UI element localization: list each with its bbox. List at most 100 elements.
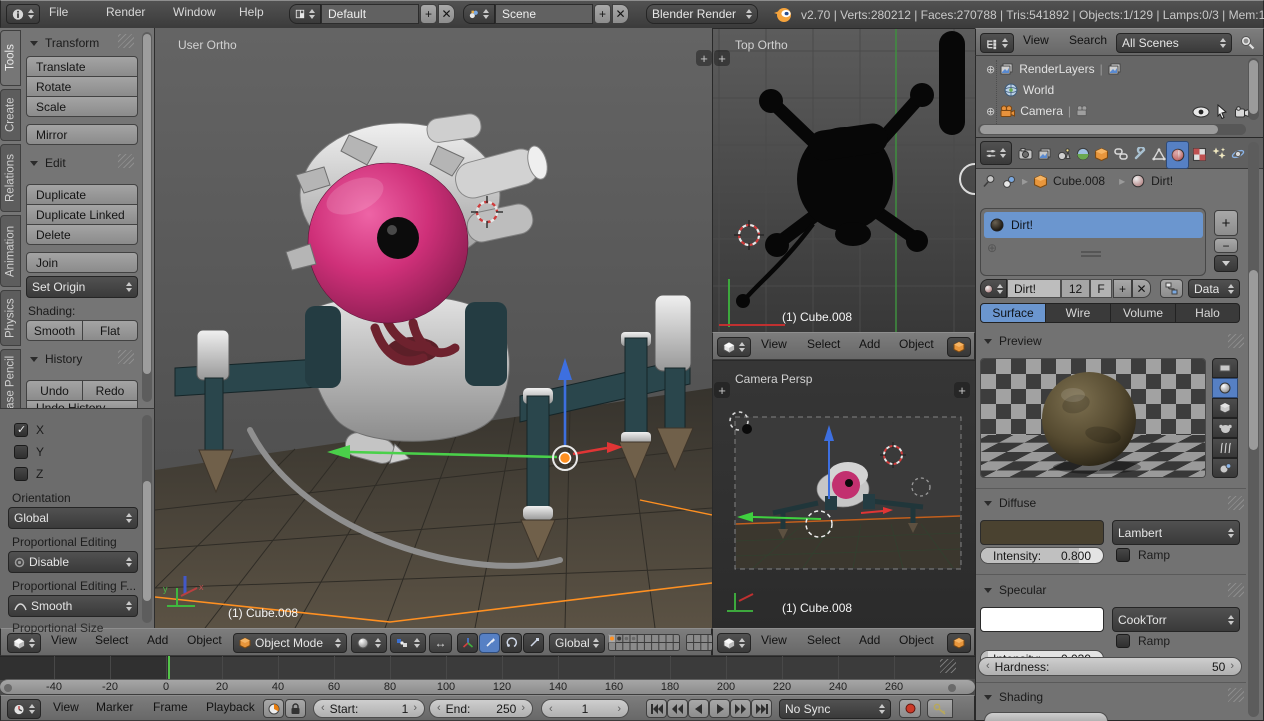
menu-help[interactable]: Help <box>239 5 264 19</box>
checkbox-icon[interactable] <box>14 445 28 459</box>
tab-physics[interactable] <box>1228 141 1247 167</box>
specular-color-swatch[interactable] <box>980 607 1104 632</box>
editor-type-selector[interactable] <box>717 633 751 653</box>
browse-material-button[interactable] <box>980 279 1007 298</box>
play-reverse-button[interactable] <box>688 699 709 718</box>
menu-object[interactable]: Object <box>899 633 934 647</box>
outliner-vscrollbar[interactable] <box>1248 58 1259 120</box>
duplicate-button[interactable]: Duplicate <box>26 184 138 205</box>
preview-monkey-button[interactable] <box>1212 418 1238 438</box>
outliner-item-renderlayers[interactable]: ⊕ RenderLayers | <box>986 62 1122 76</box>
search-icon[interactable] <box>1238 34 1256 52</box>
material-users-count[interactable]: 12 <box>1061 279 1090 298</box>
current-frame-playhead[interactable] <box>168 656 170 679</box>
mode-selector-clipped[interactable] <box>947 633 971 653</box>
scrollbar-end-dot[interactable] <box>948 684 956 692</box>
menu-search[interactable]: Search <box>1069 33 1107 47</box>
delete-screen-layout-button[interactable]: ✕ <box>438 4 455 24</box>
specular-shader-dropdown[interactable]: CookTorr <box>1112 607 1240 632</box>
diffuse-ramp-toggle[interactable]: Ramp <box>1116 548 1170 562</box>
menu-view[interactable]: View <box>761 633 787 647</box>
rotate-button[interactable]: Rotate <box>26 76 138 97</box>
panel-grip[interactable] <box>1228 688 1244 702</box>
tab-material[interactable] <box>1166 141 1189 169</box>
decrement-arrow-icon[interactable]: ‹ <box>437 702 441 716</box>
material-nodes-button[interactable] <box>1160 279 1183 298</box>
constraint-axis-y[interactable]: Y <box>14 445 44 459</box>
preview-flat-button[interactable] <box>1212 358 1238 378</box>
outliner-item-camera[interactable]: ⊕ Camera | <box>986 104 1090 118</box>
constraint-axis-z[interactable]: Z <box>14 467 43 481</box>
panel-grip[interactable] <box>118 34 134 48</box>
menu-view[interactable]: View <box>1023 33 1049 47</box>
menu-window[interactable]: Window <box>173 5 216 19</box>
scrollbar-thumb[interactable] <box>143 34 151 374</box>
menu-playback[interactable]: Playback <box>206 700 255 714</box>
diffuse-panel-header[interactable]: Diffuse <box>984 496 1036 510</box>
timeline-scrub-area[interactable] <box>0 656 975 679</box>
editor-type-selector[interactable] <box>7 633 41 653</box>
orientation-dropdown[interactable]: Global <box>8 507 138 529</box>
toolshelf-tab-create[interactable]: Create <box>0 89 21 141</box>
transform-orientation-selector[interactable]: Global <box>549 633 605 653</box>
set-origin-dropdown[interactable]: Set Origin <box>26 276 138 298</box>
jump-to-end-button[interactable] <box>751 699 772 718</box>
menu-view[interactable]: View <box>51 633 77 647</box>
scrollbar-thumb[interactable] <box>143 481 151 601</box>
add-material-slot-button[interactable]: + <box>1214 210 1238 236</box>
join-button[interactable]: Join <box>26 252 138 273</box>
visibility-eye-icon[interactable] <box>1192 106 1210 118</box>
checkbox-icon[interactable] <box>1116 634 1130 648</box>
tab-scene[interactable] <box>1054 141 1073 167</box>
delete-scene-button[interactable]: ✕ <box>612 4 629 24</box>
specular-panel-header[interactable]: Specular <box>984 583 1046 597</box>
expand-icon[interactable]: ⊕ <box>986 63 995 76</box>
add-slot-icon[interactable]: ⊕ <box>987 241 997 255</box>
shade-smooth-button[interactable]: Smooth <box>26 320 83 341</box>
expand-panel-icon[interactable]: + <box>696 50 712 66</box>
expand-panel-icon[interactable]: + <box>714 382 730 398</box>
tab-constraints[interactable] <box>1111 141 1130 167</box>
delete-button[interactable]: Delete <box>26 224 138 245</box>
checkbox-icon[interactable] <box>1116 548 1130 562</box>
tab-modifiers[interactable] <box>1130 141 1149 167</box>
properties-scrollbar[interactable] <box>1248 142 1259 717</box>
translate-manipulator-button[interactable] <box>479 633 500 653</box>
tab-render[interactable] <box>1016 141 1035 167</box>
edit-panel-header[interactable]: Edit <box>30 156 66 170</box>
panel-grip[interactable] <box>1228 496 1244 510</box>
scene-selector[interactable] <box>463 4 495 24</box>
editor-type-selector[interactable] <box>980 141 1012 165</box>
editor-type-selector[interactable] <box>717 337 751 357</box>
decrement-arrow-icon[interactable]: ‹ <box>321 702 325 716</box>
add-screen-layout-button[interactable]: + <box>420 4 437 24</box>
camera-viewport[interactable] <box>712 360 975 628</box>
menu-frame[interactable]: Frame <box>153 700 188 714</box>
scale-button[interactable]: Scale <box>26 96 138 117</box>
menu-file[interactable]: File <box>49 5 68 19</box>
menu-object[interactable]: Object <box>899 337 934 351</box>
play-button[interactable] <box>709 699 730 718</box>
rotate-manipulator-button[interactable] <box>501 633 522 653</box>
scene-name[interactable]: Scene <box>495 4 593 24</box>
scale-manipulator-button[interactable] <box>523 633 544 653</box>
decrement-arrow-icon[interactable]: ‹ <box>986 660 990 674</box>
checkbox-icon[interactable] <box>14 467 28 481</box>
tab-particles[interactable] <box>1209 141 1228 167</box>
auto-keyframe-record-button[interactable] <box>899 699 921 718</box>
keying-set-button[interactable] <box>927 699 953 718</box>
info-editor-selector[interactable] <box>6 4 40 24</box>
menu-select[interactable]: Select <box>95 633 128 647</box>
tab-render-layers[interactable] <box>1035 141 1054 167</box>
3d-scene-canvas[interactable]: yx <box>155 28 712 628</box>
checkbox-checked-icon[interactable] <box>14 423 28 437</box>
shading-panel-header[interactable]: Shading <box>984 690 1043 704</box>
layers-grid-clipped[interactable] <box>686 634 713 651</box>
render-type-wire[interactable]: Wire <box>1045 303 1111 323</box>
toolshelf-tab-relations[interactable]: Relations <box>0 144 21 212</box>
outliner-filter-dropdown[interactable]: All Scenes <box>1116 33 1232 53</box>
menu-view[interactable]: View <box>53 700 79 714</box>
camera-view-canvas[interactable] <box>713 361 976 629</box>
scrollbar-thumb[interactable] <box>1249 60 1258 114</box>
panel-grip[interactable] <box>1228 334 1244 348</box>
